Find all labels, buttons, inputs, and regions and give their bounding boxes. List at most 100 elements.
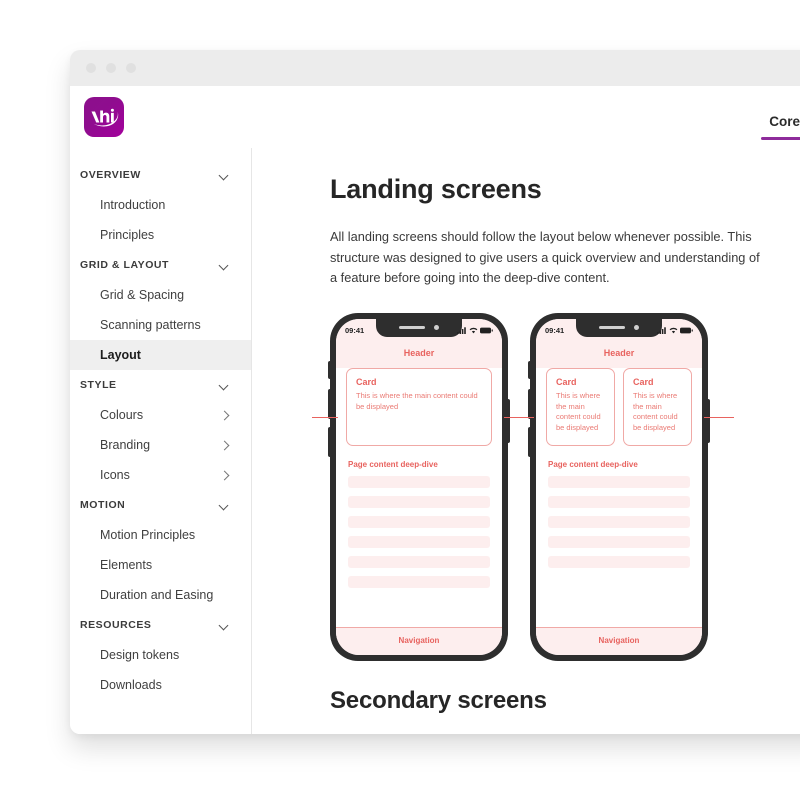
content-row [348,496,490,509]
sidebar-item-design-tokens[interactable]: Design tokens [70,640,251,670]
sidebar-item-label: Motion Principles [100,528,196,542]
camera-icon [634,325,639,331]
sidebar-item-label: Grid & Spacing [100,288,185,302]
sidebar-item-grid-and-spacing[interactable]: Grid & Spacing [70,280,251,310]
phone-silent-switch [328,361,331,380]
sidebar-item-layout[interactable]: Layout [70,340,251,370]
top-navigation: Core [761,86,800,148]
sidebar-group-style[interactable]: STYLE [70,370,251,400]
speaker-icon [399,326,425,330]
sidebar-group-overview[interactable]: OVERVIEW [70,160,251,190]
tab-core[interactable]: Core [761,86,800,148]
phone-header-label: Header [336,341,502,369]
sidebar-item-label: Design tokens [100,648,180,662]
deep-dive-label: Page content deep-dive [548,460,638,470]
sidebar-item-label: Principles [100,228,155,242]
content-row [548,536,690,549]
phone-power-button [507,399,510,444]
sidebar-item-label: Colours [100,408,144,422]
sidebar-item-label: Elements [100,558,153,572]
phone-notch [376,319,462,338]
window-titlebar [70,50,800,86]
window-maximize-button[interactable] [126,63,136,73]
sidebar-navigation: OVERVIEW Introduction Principles GRID & … [70,148,252,734]
chevron-right-icon [220,471,229,480]
phone-volume-up-button [328,389,331,420]
vhi-logo[interactable] [84,97,124,137]
signal-icon [457,326,466,334]
card-title: Card [633,377,654,388]
card-zone: Card This is where the main content coul… [336,368,502,447]
sidebar-item-label: Duration and Easing [100,588,214,602]
wifi-icon [669,327,677,334]
sidebar-group-motion[interactable]: MOTION [70,490,251,520]
measurement-guide-line [504,417,534,419]
sidebar-item-label: Icons [100,468,130,482]
main-content: Landing screens All landing screens shou… [252,148,800,734]
chevron-down-icon [220,621,229,630]
phone-header-label: Header [536,341,702,369]
content-card[interactable]: Card This is where the main content coul… [546,368,615,447]
sidebar-group-label: GRID & LAYOUT [80,259,170,271]
phone-screen: 09:41 Header Card This is where the main… [536,319,702,656]
sidebar-item-duration-and-easing[interactable]: Duration and Easing [70,580,251,610]
sidebar-item-elements[interactable]: Elements [70,550,251,580]
content-card[interactable]: Card This is where the main content coul… [346,368,492,447]
measurement-guide-line [704,417,734,419]
secondary-page-title: Secondary screens [330,687,547,715]
sidebar-item-colours[interactable]: Colours [70,400,251,430]
sidebar-item-scanning-patterns[interactable]: Scanning patterns [70,310,251,340]
chevron-down-icon [220,261,229,270]
phone-volume-down-button [328,427,331,458]
sidebar-item-label: Branding [100,438,151,452]
chevron-down-icon [220,381,229,390]
phone-navigation-label: Navigation [536,627,702,656]
camera-icon [434,325,439,331]
phone-mockup-single-card: 09:41 Header Card This is where the main… [328,313,510,662]
window-minimize-button[interactable] [106,63,116,73]
sidebar-item-motion-principles[interactable]: Motion Principles [70,520,251,550]
sidebar-item-principles[interactable]: Principles [70,220,251,250]
sidebar-group-grid-and-layout[interactable]: GRID & LAYOUT [70,250,251,280]
sidebar-group-resources[interactable]: RESOURCES [70,610,251,640]
window-close-button[interactable] [86,63,96,73]
phone-mockups: 09:41 Header Card This is where the main… [312,313,790,662]
content-rows [536,476,702,627]
app-header: Core [70,86,800,148]
phone-silent-switch [528,361,531,380]
phone-navigation-label: Navigation [336,627,502,656]
wifi-icon [469,327,477,334]
card-zone: Card This is where the main content coul… [536,368,702,447]
chevron-right-icon [220,441,229,450]
status-time: 09:41 [345,325,365,335]
content-row [548,496,690,509]
signal-icon [657,326,666,334]
content-row [348,516,490,529]
sidebar-item-downloads[interactable]: Downloads [70,670,251,700]
content-card[interactable]: Card This is where the main content coul… [623,368,692,447]
sidebar-group-label: MOTION [80,499,126,511]
sidebar-item-label: Introduction [100,198,166,212]
sidebar-item-label: Downloads [100,678,162,692]
sidebar-item-introduction[interactable]: Introduction [70,190,251,220]
sidebar-item-branding[interactable]: Branding [70,430,251,460]
card-title: Card [556,377,577,388]
deep-dive-label: Page content deep-dive [348,460,438,470]
phone-volume-up-button [528,389,531,420]
chevron-down-icon [220,501,229,510]
content-row [548,556,690,569]
chevron-down-icon [220,171,229,180]
phone-mockup-two-cards: 09:41 Header Card This is where the main… [528,313,710,662]
status-icons [657,326,693,334]
card-title: Card [356,377,377,388]
phone-screen: 09:41 Header Card This is where the main… [336,319,502,656]
phone-notch [576,319,662,338]
content-row [548,476,690,489]
tab-core-label: Core [769,113,800,129]
sidebar-group-label: RESOURCES [80,619,152,631]
status-bar: 09:41 [536,319,702,342]
card-text: This is where the main content could be … [356,391,478,411]
sidebar-item-icons[interactable]: Icons [70,460,251,490]
content-rows [336,476,502,627]
content-row [548,516,690,529]
